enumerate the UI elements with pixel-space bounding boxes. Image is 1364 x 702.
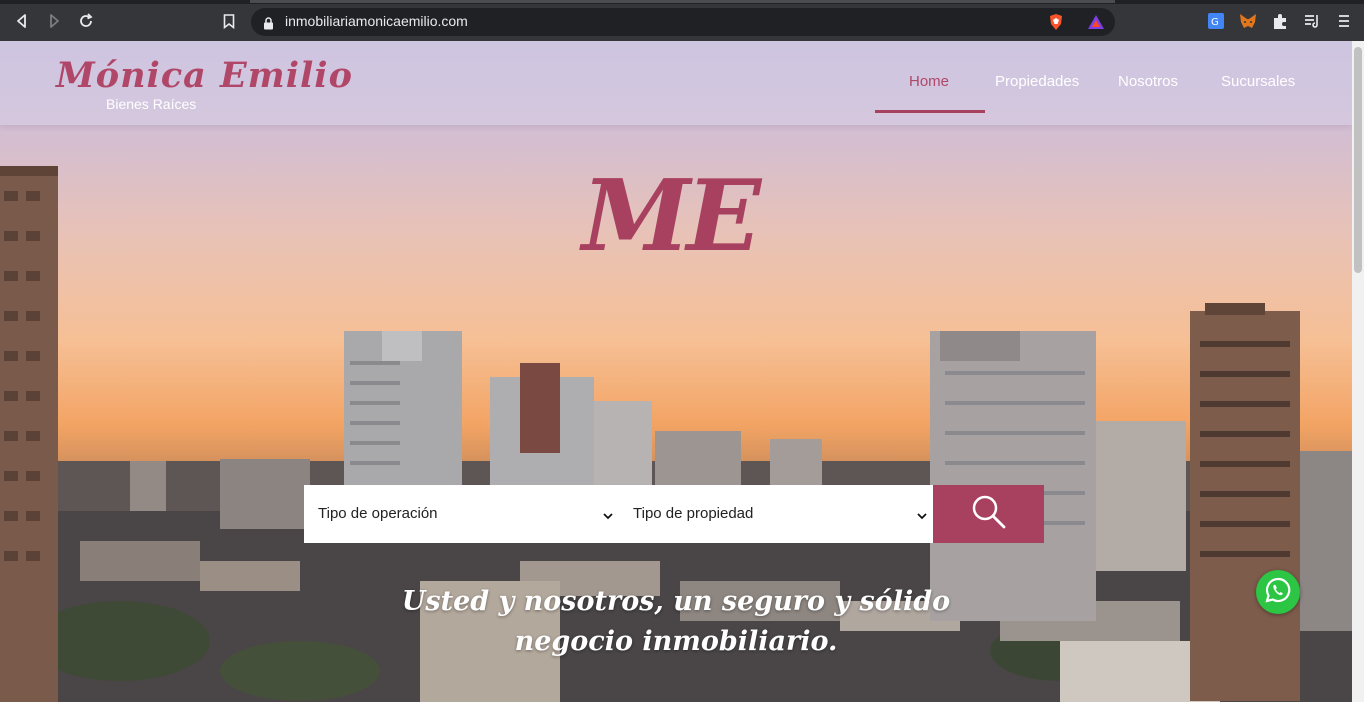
chevron-down-icon (916, 507, 928, 526)
tagline-line-2: negocio inmobiliario. (514, 626, 838, 657)
whatsapp-icon (1264, 576, 1292, 608)
svg-text:G: G (1211, 17, 1219, 28)
metamask-icon[interactable] (1239, 12, 1257, 30)
search-button[interactable] (933, 485, 1044, 543)
search-icon (971, 494, 1007, 534)
hero-section: Mónica Emilio Bienes Raíces Home Propied… (0, 41, 1352, 702)
forward-icon[interactable] (43, 10, 65, 32)
back-icon[interactable] (11, 10, 33, 32)
chevron-down-icon (602, 507, 614, 526)
extensions-icon[interactable] (1271, 12, 1289, 30)
brave-rewards-icon[interactable] (1087, 13, 1105, 31)
page-scrollbar[interactable] (1352, 41, 1364, 702)
hero-tagline: Usted y nosotros, un seguro y sólido neg… (0, 582, 1352, 662)
brand-subtitle: Bienes Raíces (106, 96, 197, 112)
brand-logo[interactable]: Mónica Emilio (56, 55, 353, 96)
active-tab-indicator (250, 0, 1115, 3)
monogram-logo: ME (582, 159, 761, 274)
nav-active-indicator (875, 110, 985, 113)
operation-type-select[interactable]: Tipo de operación (304, 485, 619, 543)
property-search-form: Tipo de operación Tipo de propiedad (304, 485, 1044, 543)
operation-type-label: Tipo de operación (318, 505, 438, 522)
property-type-select[interactable]: Tipo de propiedad (619, 485, 933, 543)
translate-icon[interactable]: G (1207, 12, 1225, 30)
scrollbar-thumb[interactable] (1354, 47, 1362, 273)
lock-icon (263, 15, 274, 34)
site-header: Mónica Emilio Bienes Raíces Home Propied… (0, 41, 1352, 125)
nav-nosotros[interactable]: Nosotros (1118, 73, 1178, 90)
nav-home[interactable]: Home (909, 73, 949, 90)
url-text: inmobiliariamonicaemilio.com (285, 13, 468, 29)
tagline-line-1: Usted y nosotros, un seguro y sólido (401, 586, 951, 617)
menu-icon[interactable] (1335, 12, 1353, 30)
reload-icon[interactable] (75, 10, 97, 32)
address-bar[interactable]: inmobiliariamonicaemilio.com (251, 8, 1115, 36)
brave-shield-icon[interactable] (1047, 13, 1065, 31)
whatsapp-button[interactable] (1256, 570, 1300, 614)
media-controls-icon[interactable] (1303, 12, 1321, 30)
browser-toolbar: inmobiliariamonicaemilio.com G (0, 0, 1364, 41)
bookmark-icon[interactable] (218, 10, 240, 32)
nav-propiedades[interactable]: Propiedades (995, 73, 1079, 90)
nav-sucursales[interactable]: Sucursales (1221, 73, 1295, 90)
property-type-label: Tipo de propiedad (633, 505, 754, 522)
